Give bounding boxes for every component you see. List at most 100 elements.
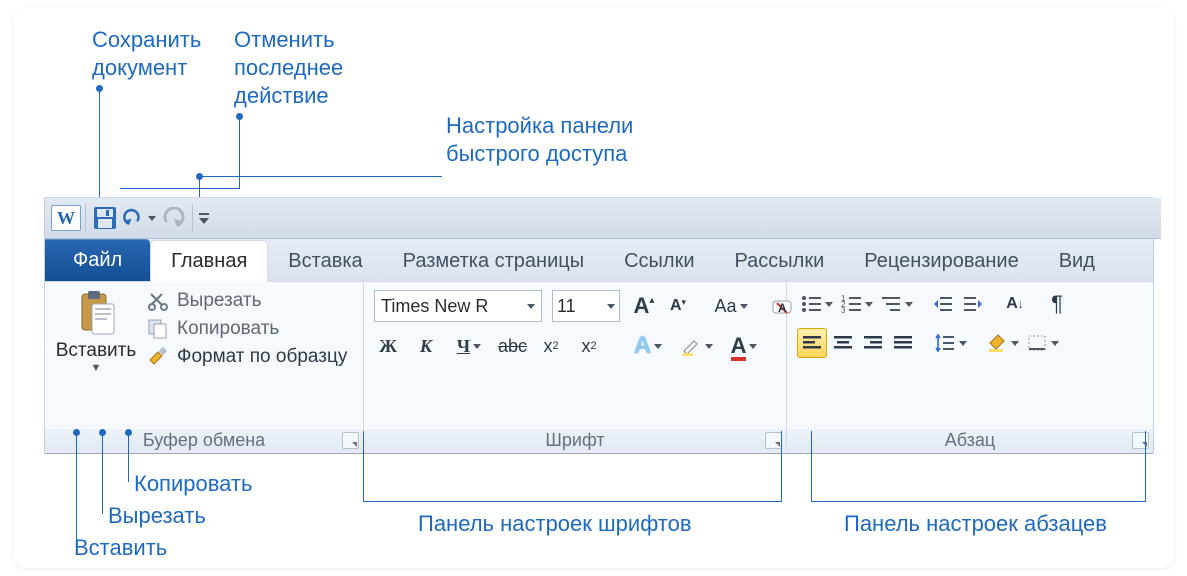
pilcrow-icon: ¶ (1051, 291, 1063, 317)
tab-review[interactable]: Рецензирование (844, 241, 1038, 281)
change-case-button[interactable]: Aa (712, 292, 750, 320)
copy-button[interactable]: Копировать (147, 318, 347, 340)
tab-layout-label: Разметка страницы (403, 250, 584, 273)
tab-layout[interactable]: Разметка страницы (383, 241, 604, 281)
ribbon-groups: Вставить ▼ Вырезать (45, 282, 1153, 451)
qat-separator-1 (85, 204, 86, 232)
align-left-button[interactable] (797, 328, 827, 358)
clipboard-launcher[interactable] (342, 432, 359, 449)
font-color-icon: A (731, 333, 747, 359)
undo-button[interactable] (122, 201, 156, 235)
group-paragraph: 123 (787, 282, 1153, 451)
callout-paste: Вставить (74, 534, 167, 562)
align-center-button[interactable] (829, 329, 857, 357)
multilevel-list-button[interactable] (877, 290, 915, 318)
tab-insert[interactable]: Вставка (268, 241, 382, 281)
numbering-button[interactable]: 123 (837, 290, 875, 318)
cut-button[interactable]: Вырезать (147, 290, 347, 312)
group-font-caption: Шрифт (364, 429, 786, 451)
justify-button[interactable] (889, 329, 917, 357)
lead-undo-v (239, 116, 240, 189)
borders-icon (1026, 333, 1048, 353)
highlight-icon (680, 335, 702, 357)
grow-font-icon: A (634, 293, 650, 319)
lead-cut (102, 432, 103, 514)
align-left-icon (801, 334, 823, 352)
chevron-down-icon (607, 304, 615, 309)
copy-label: Копировать (177, 318, 279, 340)
lead-copy (128, 432, 129, 482)
save-button[interactable] (88, 201, 122, 235)
shrink-font-button[interactable]: A▾ (664, 292, 692, 320)
align-right-button[interactable] (859, 329, 887, 357)
tab-insert-label: Вставка (288, 250, 362, 273)
font-name-combo[interactable]: Times New R (374, 290, 542, 322)
borders-button[interactable] (1023, 329, 1061, 357)
scissors-icon (147, 290, 169, 312)
line-spacing-icon (934, 333, 956, 353)
text-effects-button[interactable]: A (629, 332, 667, 360)
callout-para-panel: Панель настроек абзацев (844, 510, 1107, 538)
paint-bucket-icon (986, 333, 1008, 353)
callout-cut: Вырезать (108, 502, 206, 530)
tab-file[interactable]: Файл (45, 239, 150, 281)
underline-button[interactable]: Ч (450, 332, 488, 360)
decrease-indent-button[interactable] (929, 290, 957, 318)
grow-font-button[interactable]: A▴ (630, 292, 658, 320)
shading-button[interactable] (983, 329, 1021, 357)
word-logo-icon[interactable]: W (49, 201, 83, 235)
paragraph-launcher[interactable] (1132, 432, 1149, 449)
increase-indent-button[interactable] (959, 290, 987, 318)
format-painter-label: Формат по образцу (177, 346, 347, 368)
font-color-button[interactable]: A (725, 332, 763, 360)
line-spacing-button[interactable] (931, 329, 969, 357)
pilcrow-button[interactable]: ¶ (1043, 290, 1071, 318)
tab-home-label: Главная (171, 250, 247, 273)
brush-icon (147, 346, 169, 368)
group-clipboard: Вставить ▼ Вырезать (45, 282, 364, 451)
lead-undo-h (120, 188, 240, 189)
font-size-combo[interactable]: 11 (552, 290, 620, 322)
bold-button[interactable]: Ж (374, 332, 402, 360)
tab-home[interactable]: Главная (150, 240, 268, 282)
callout-undo: Отменить последнее действие (234, 26, 343, 110)
callout-qat: Настройка панели быстрого доступа (446, 112, 633, 168)
ribbon-tabstrip: Файл Главная Вставка Разметка страницы С… (45, 239, 1153, 282)
tab-references[interactable]: Ссылки (604, 241, 714, 281)
highlight-button[interactable] (677, 332, 715, 360)
font-size-value: 11 (557, 296, 576, 317)
font-launcher[interactable] (765, 432, 782, 449)
align-right-icon (862, 334, 884, 352)
group-clipboard-caption: Буфер обмена (45, 429, 363, 451)
lead-paste (76, 432, 77, 542)
italic-button[interactable]: К (412, 332, 440, 360)
group-font: Times New R 11 A▴ A▾ Aa A (364, 282, 787, 451)
sort-button[interactable]: А↓ (1001, 290, 1029, 318)
strikethrough-button[interactable]: abc (498, 332, 527, 360)
copy-icon (147, 318, 169, 340)
subscript-button[interactable]: x2 (537, 332, 565, 360)
quick-access-toolbar: W (45, 198, 1161, 239)
paste-dropdown-icon[interactable]: ▼ (91, 364, 102, 372)
font-name-value: Times New R (381, 296, 488, 317)
justify-icon (892, 334, 914, 352)
tab-view[interactable]: Вид (1039, 241, 1115, 281)
effects-icon: A (634, 332, 651, 360)
bullets-icon (800, 294, 822, 314)
group-font-caption-text: Шрифт (545, 430, 604, 451)
superscript-button[interactable]: x2 (575, 332, 603, 360)
bullets-button[interactable] (797, 290, 835, 318)
callout-save: Сохранить документ (92, 26, 201, 82)
format-painter-button[interactable]: Формат по образцу (147, 346, 347, 368)
paste-button[interactable]: Вставить ▼ (49, 288, 143, 372)
chevron-down-icon (527, 304, 535, 309)
outdent-icon (932, 294, 954, 314)
numbering-icon: 123 (840, 294, 862, 314)
svg-text:3: 3 (841, 306, 846, 314)
lead-qat-h (199, 176, 442, 177)
tab-mailings[interactable]: Рассылки (715, 241, 845, 281)
redo-button[interactable] (156, 201, 190, 235)
customize-qat-button[interactable] (195, 201, 213, 235)
multilevel-icon (880, 294, 902, 314)
tab-mailings-label: Рассылки (735, 250, 825, 273)
